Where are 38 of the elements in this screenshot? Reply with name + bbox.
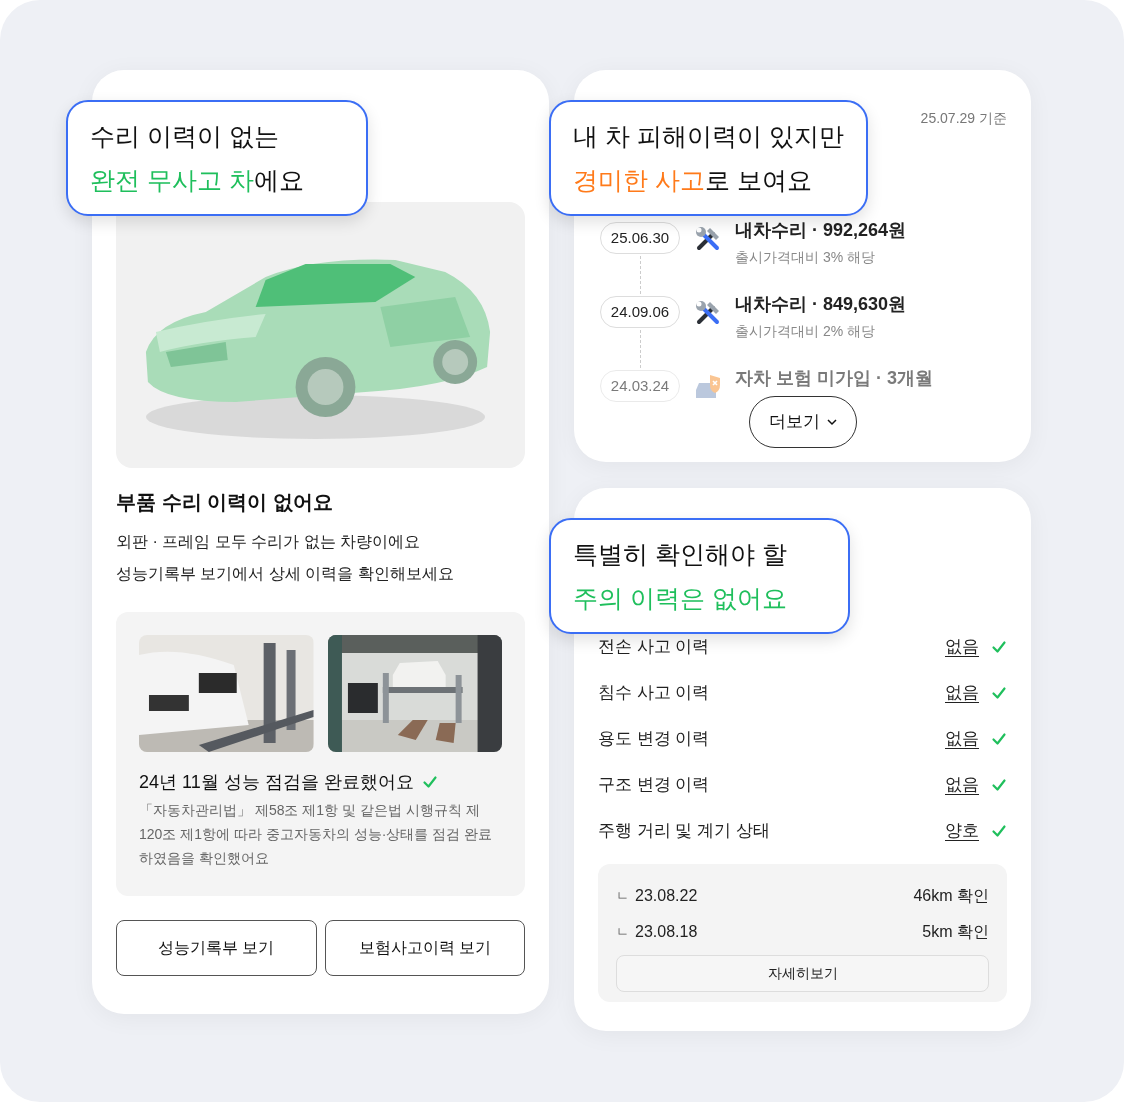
as-of-date: 25.07.29 기준 bbox=[920, 109, 1007, 128]
history-title: 내차수리 · 849,630원 bbox=[735, 293, 907, 316]
callout-text: 수리 이력이 없는 완전 무사고 차에요 bbox=[66, 100, 368, 216]
check-label: 용도 변경 이력 bbox=[598, 728, 711, 751]
chevron-down-icon bbox=[825, 416, 838, 428]
check-label: 주행 거리 및 계기 상태 bbox=[598, 820, 771, 843]
indent-mark: ㄴ bbox=[616, 923, 629, 942]
check-value: 양호 bbox=[945, 820, 979, 843]
check-value: 없음 bbox=[945, 682, 979, 705]
history-title: 내차수리 · 992,264원 bbox=[735, 219, 907, 242]
callout-text: 내 차 피해이력이 있지만 경미한 사고로 보여요 bbox=[549, 100, 868, 216]
description-text: 성능기록부 보기에서 상세 이력을 확인해보세요 bbox=[116, 564, 455, 584]
description-text: 외판 · 프레임 모두 수리가 없는 차량이에요 bbox=[116, 532, 421, 552]
mileage-date: 23.08.18 bbox=[635, 922, 699, 942]
view-button[interactable]: 보험사고이력 보기 bbox=[324, 920, 525, 976]
more-button[interactable]: 더보기 bbox=[749, 396, 857, 448]
inspection-description: 「자동차관리법」 제58조 제1항 및 같은법 시행규칙 제120조 제1항에 따라 중고자동차의 성능·상태를 점검 완료하였음을 확인했어요 bbox=[139, 801, 494, 868]
indent-mark: ㄴ bbox=[616, 887, 629, 906]
inspection-title: 24년 11월 성능 점검을 완료했어요 bbox=[139, 771, 414, 794]
date-pill: 25.06.30 bbox=[599, 222, 681, 254]
date-pill: 24.09.06 bbox=[599, 296, 681, 328]
check-label: 전손 사고 이력 bbox=[598, 636, 711, 659]
callout-text: 특별히 확인해야 할 주의 이력은 없어요 bbox=[549, 518, 850, 634]
check-value: 없음 bbox=[945, 728, 979, 751]
mileage-reading: 46km 확인 bbox=[913, 886, 989, 906]
check-label: 구조 변경 이력 bbox=[598, 774, 711, 797]
date-pill: 24.03.24 bbox=[599, 370, 681, 402]
history-note: 출시가격대비 2% 해당 bbox=[735, 322, 876, 341]
history-title: 자차 보험 미가입 · 3개월 bbox=[735, 367, 933, 390]
history-note: 출시가격대비 3% 해당 bbox=[735, 248, 876, 267]
card-title: 부품 수리 이력이 없어요 bbox=[116, 490, 334, 515]
view-button[interactable]: 성능기록부 보기 bbox=[116, 920, 317, 976]
mileage-date: 23.08.22 bbox=[635, 886, 699, 906]
check-value: 없음 bbox=[945, 636, 979, 659]
check-value: 없음 bbox=[945, 774, 979, 797]
check-label: 침수 사고 이력 bbox=[598, 682, 711, 705]
detail-button[interactable]: 자세히보기 bbox=[616, 955, 989, 992]
mileage-reading: 5km 확인 bbox=[922, 922, 989, 942]
